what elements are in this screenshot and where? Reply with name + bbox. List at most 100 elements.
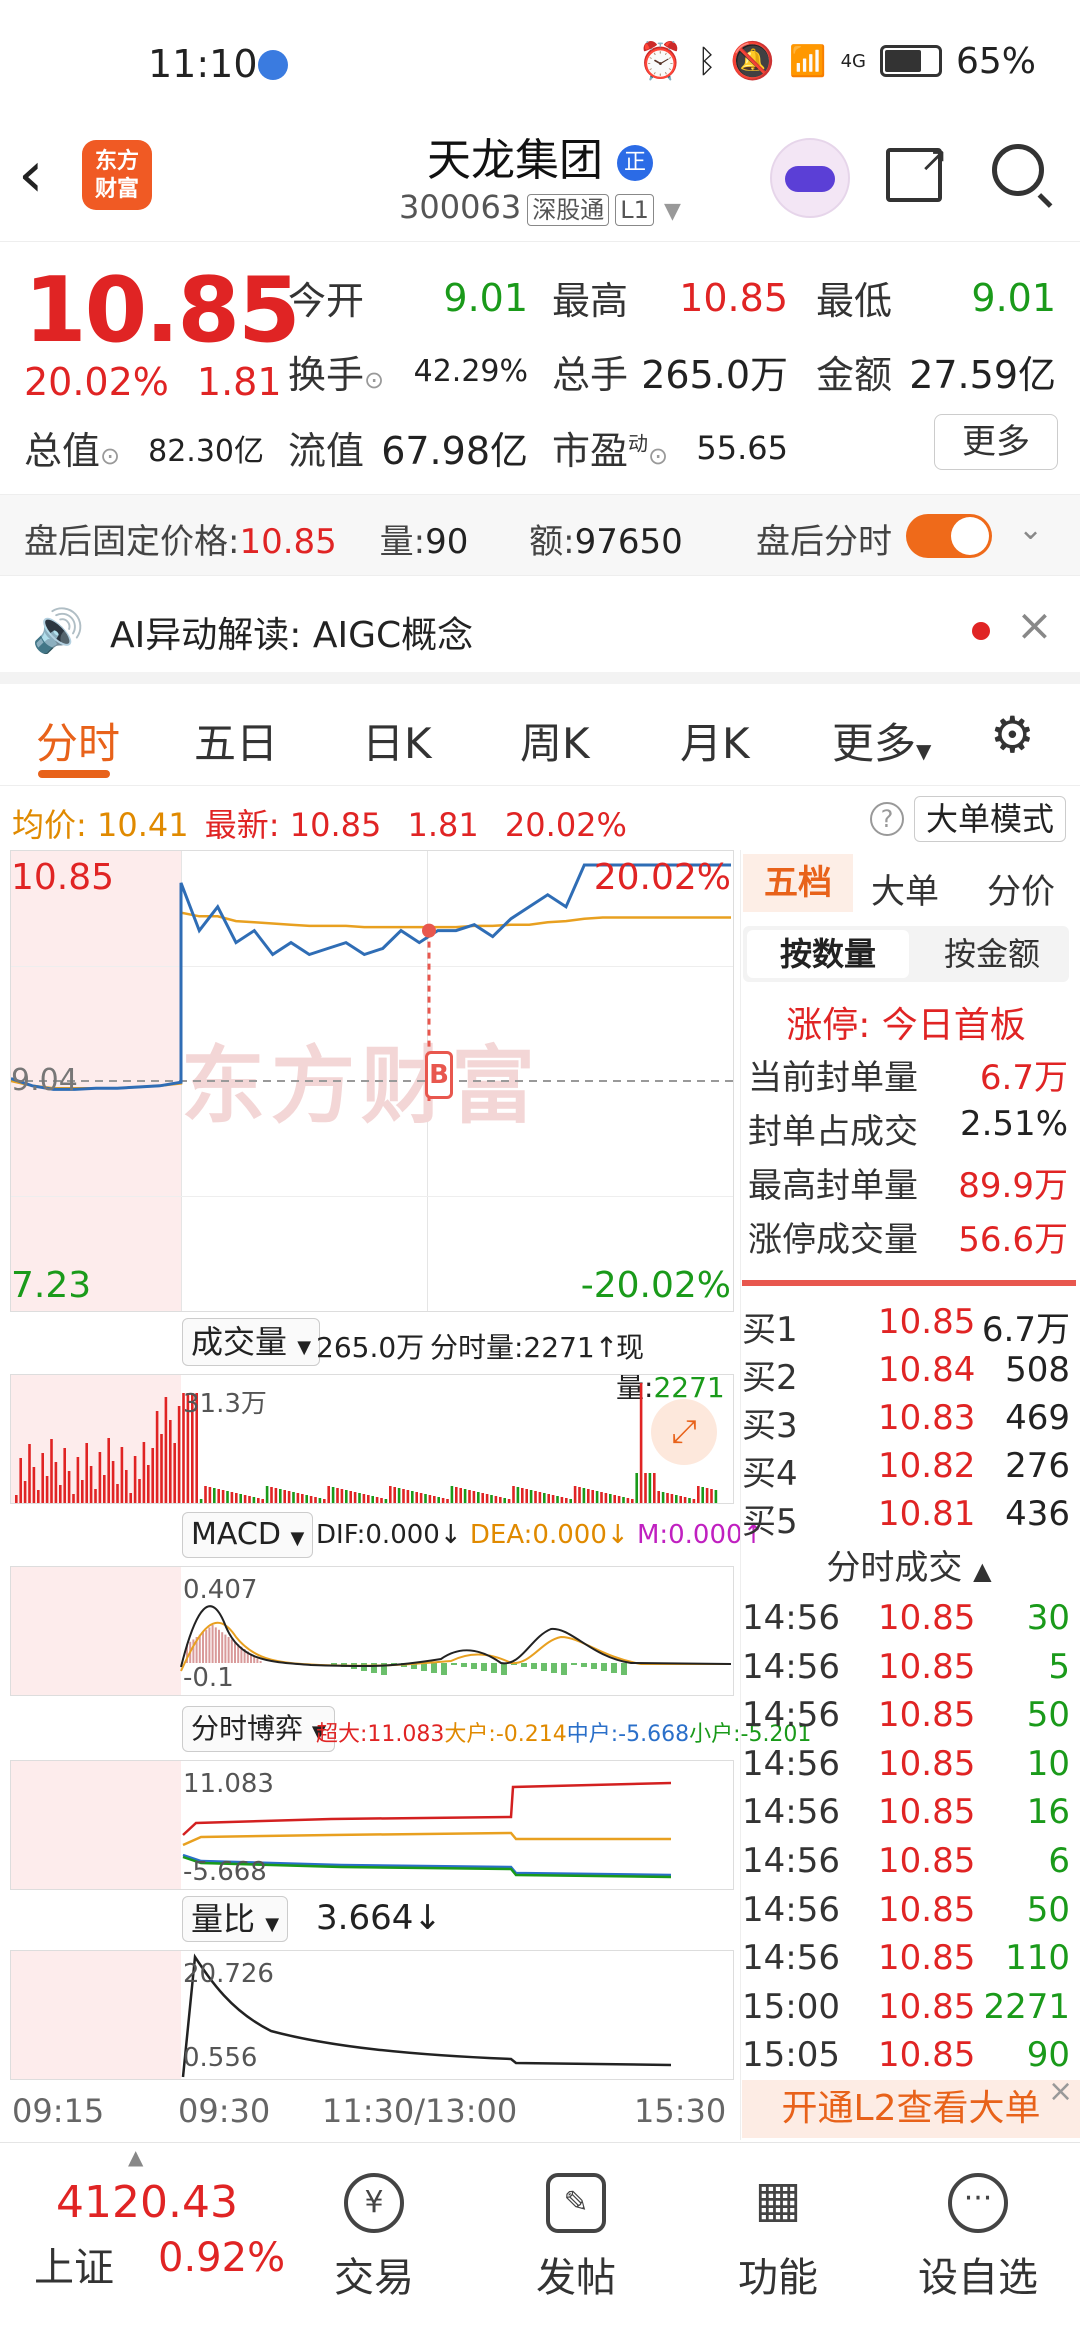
tab-more[interactable]: 更多▼: [832, 710, 931, 771]
nav-trade[interactable]: ¥ 交易: [304, 2173, 444, 2303]
l2-upgrade-banner[interactable]: 开通L2查看大单: [742, 2080, 1080, 2138]
volume-bar: [67, 1471, 71, 1503]
bid-price: 10.81: [878, 1494, 976, 1534]
trade-price: 10.85: [878, 1695, 976, 1736]
tab-weekly-k[interactable]: 周K: [520, 710, 590, 771]
volume-bar: [353, 1492, 357, 1503]
volume-bar: [459, 1488, 462, 1503]
tab-big-orders[interactable]: 大单: [871, 864, 939, 913]
after-hours-vol: 90: [425, 522, 469, 562]
volume-total: 265.0万: [316, 1331, 425, 1364]
change-amount: 1.81: [196, 360, 282, 404]
volume-bar: [679, 1496, 682, 1503]
volume-bar: [424, 1494, 427, 1503]
expand-chevron-icon[interactable]: ⌄: [1018, 512, 1043, 547]
trade-time: 14:56: [742, 1938, 840, 1979]
index-value[interactable]: 4120.43: [56, 2177, 238, 2228]
trade-price: 10.85: [878, 1792, 976, 1833]
latest-value: 10.85: [289, 806, 382, 844]
volume-bar: [688, 1498, 691, 1503]
volume-bar: [411, 1491, 414, 1503]
big-order-mode-button[interactable]: 大单模式: [914, 796, 1066, 842]
tab-five-levels[interactable]: 五档: [743, 854, 853, 912]
volume-bar: [261, 1499, 264, 1503]
close-banner-icon[interactable]: ×: [1048, 2074, 1073, 2109]
stat-value: 2.51%: [959, 1104, 1068, 1144]
volume-bar: [208, 1487, 212, 1503]
nav-add-watchlist[interactable]: ··· 设自选: [908, 2173, 1048, 2303]
macd-indicator-select[interactable]: MACD ▼: [182, 1512, 314, 1558]
volume-bar: [556, 1496, 559, 1503]
volume-bar: [485, 1494, 489, 1503]
macd-bar: [611, 1663, 617, 1673]
flow-mid: 中户:-5.668: [566, 1722, 690, 1747]
stat-label: 涨停成交量: [748, 1220, 918, 1260]
avg-label: 均价:: [12, 806, 87, 844]
trade-time: 14:56: [742, 1841, 840, 1881]
battery-level: 65%: [955, 40, 1036, 82]
bid-row: 买3 10.83 469: [742, 1398, 1076, 1446]
volume-bar: [384, 1499, 388, 1503]
volume-indicator-select[interactable]: 成交量 ▼: [182, 1318, 321, 1366]
bid-label: 买1: [742, 1310, 798, 1350]
collapse-arrow-icon[interactable]: ▲: [128, 2145, 143, 2169]
volume-ratio-select[interactable]: 量比 ▼: [182, 1896, 289, 1942]
intraday-chart[interactable]: 东方财富 10.85 9.04 7.23 20.02% -20.02% B: [10, 850, 734, 1312]
trade-row: 14:56 10.85 50: [742, 1890, 1076, 1938]
volume-bar: [37, 1490, 40, 1503]
index-name[interactable]: 上证: [34, 2235, 114, 2293]
help-icon[interactable]: ?: [870, 802, 904, 836]
nav-post[interactable]: ✎ 发帖: [506, 2173, 646, 2303]
dropdown-arrow-icon[interactable]: ▼: [664, 199, 681, 224]
tab-monthly-k[interactable]: 月K: [680, 710, 750, 771]
index-pct[interactable]: 0.92%: [158, 2235, 285, 2281]
stock-name: 天龙集团: [427, 135, 603, 186]
tab-intraday[interactable]: 分时: [36, 710, 120, 771]
settings-gear-icon[interactable]: ⚙: [990, 706, 1035, 764]
more-quote-button[interactable]: 更多: [934, 414, 1058, 470]
volume-bar: [89, 1466, 93, 1503]
float-value: 67.98亿: [381, 429, 528, 473]
macd-lines: [180, 1605, 732, 1675]
x-tick-1530: 15:30: [634, 2092, 727, 2130]
nav-functions[interactable]: ▦ 功能: [708, 2173, 848, 2303]
macd-bar: [208, 1627, 211, 1663]
trade-time: 14:56: [742, 1889, 840, 1930]
macd-bar: [551, 1663, 557, 1673]
share-icon[interactable]: ↗: [886, 140, 948, 202]
volume-bar: [446, 1499, 449, 1503]
tab-price-dist[interactable]: 分价: [987, 864, 1055, 913]
open-label: 今开: [288, 279, 365, 323]
y-max-label: 10.85: [11, 857, 115, 898]
search-icon[interactable]: [992, 144, 1053, 208]
buy-signal-marker[interactable]: B: [425, 1051, 453, 1099]
trade-volume: 6: [1048, 1841, 1070, 1881]
stat-label: 封单占成交: [748, 1112, 918, 1152]
trade-row: 14:56 10.85 6: [742, 1841, 1076, 1889]
volume-bar: [309, 1496, 313, 1503]
expand-chart-icon[interactable]: ⤢: [651, 1399, 717, 1465]
assistant-robot-icon[interactable]: [770, 138, 850, 218]
after-hours-price: 10.85: [239, 522, 337, 562]
by-quantity-button[interactable]: 按数量: [747, 930, 909, 978]
after-hours-toggle[interactable]: [906, 514, 992, 558]
by-amount-button[interactable]: 按金额: [917, 930, 1067, 978]
volume-bar: [604, 1493, 608, 1503]
volume-bar: [595, 1491, 599, 1503]
tab-five-day[interactable]: 五日: [194, 710, 278, 771]
mktcap-label: 总值⊙: [24, 429, 121, 473]
app-notification-icon: [258, 50, 288, 80]
volume-bar: [657, 1491, 660, 1503]
trades-title[interactable]: 分时成交 ▲: [742, 1540, 1076, 1589]
after-hours-amt: 97650: [574, 522, 683, 562]
volume-bar: [538, 1492, 542, 1503]
after-hours-toggle-label: 盘后分时: [756, 522, 892, 562]
volume-bar: [265, 1486, 269, 1503]
volume-bar: [644, 1473, 647, 1503]
trade-time: 14:56: [742, 1646, 840, 1687]
close-icon[interactable]: ×: [1016, 600, 1053, 651]
flow-indicator-select[interactable]: 分时博弈 ▼: [182, 1706, 335, 1752]
volume-bar: [111, 1461, 115, 1503]
tab-daily-k[interactable]: 日K: [362, 710, 432, 771]
trade-price: 10.85: [878, 1938, 976, 1979]
